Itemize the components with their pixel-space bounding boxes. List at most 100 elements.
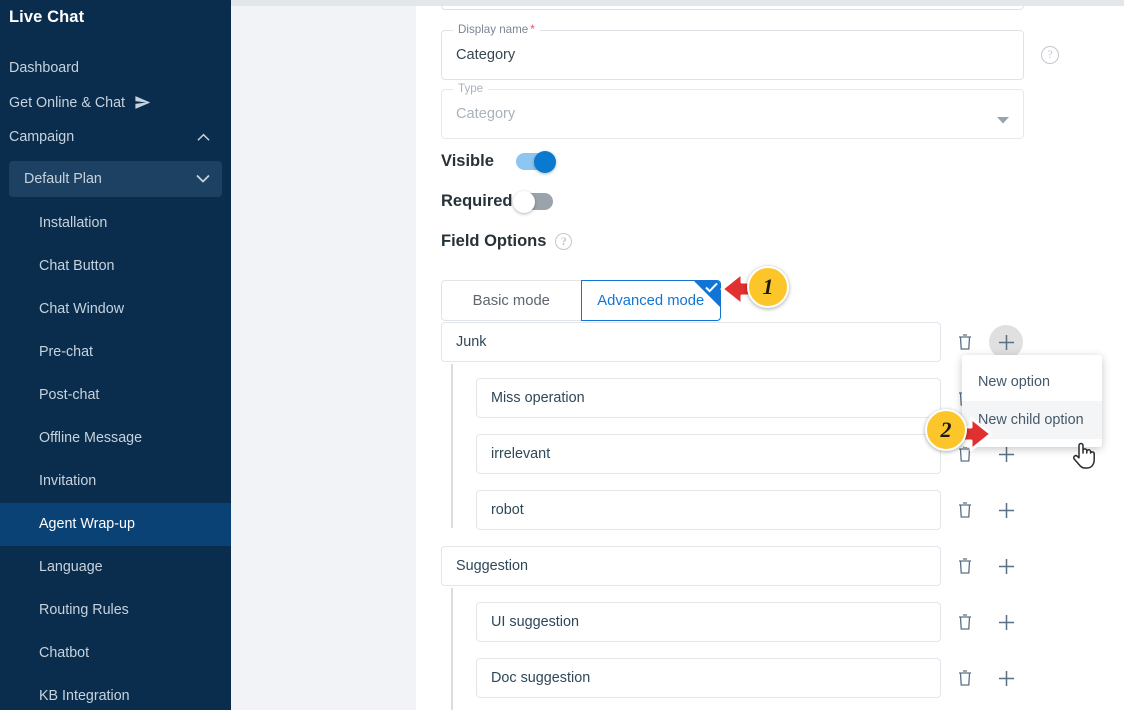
required-asterisk: * <box>530 23 535 36</box>
question-circle-icon[interactable]: ? <box>555 233 573 250</box>
tree-connector-line <box>451 588 453 710</box>
add-option-button[interactable] <box>989 661 1023 695</box>
required-label: Required <box>441 192 513 210</box>
option-value: irrelevant <box>491 446 551 462</box>
trash-icon[interactable] <box>948 325 982 359</box>
add-option-button[interactable] <box>989 605 1023 639</box>
option-text-input[interactable]: Junk <box>441 322 941 362</box>
sidebar-item-routing-rules[interactable]: Routing Rules <box>0 589 231 632</box>
sidebar-item-label: KB Integration <box>39 688 130 705</box>
plan-select-dropdown[interactable]: Default Plan <box>9 161 222 197</box>
sidebar-item-chat-button[interactable]: Chat Button <box>0 245 231 288</box>
trash-icon[interactable] <box>948 661 982 695</box>
type-field-wrapper: Type Category <box>441 82 1024 139</box>
option-text-input[interactable]: robot <box>476 490 941 530</box>
sidebar-item-installation[interactable]: Installation <box>0 202 231 245</box>
menu-item-new-option[interactable]: New option <box>962 363 1102 401</box>
option-text-input[interactable]: UI suggestion <box>476 602 941 642</box>
sidebar-item-label: Routing Rules <box>39 602 129 619</box>
visible-toggle-row: Visible <box>441 150 556 173</box>
trash-icon[interactable] <box>948 605 982 639</box>
sidebar-item-label: Chatbot <box>39 645 90 662</box>
option-row: Suggestion <box>441 546 1023 586</box>
sidebar-item-label: Dashboard <box>9 60 79 76</box>
option-row: robot <box>476 490 1023 530</box>
tab-advanced-mode[interactable]: Advanced mode <box>580 280 721 321</box>
tab-label: Basic mode <box>472 292 550 309</box>
option-row: Junk <box>441 322 1023 362</box>
sidebar-item-pre-chat[interactable]: Pre-chat <box>0 331 231 374</box>
annotation-badge-1: 1 <box>747 266 789 308</box>
option-text-input[interactable]: Miss operation <box>476 378 941 418</box>
sidebar-item-agent-wrap-up[interactable]: Agent Wrap-up <box>0 503 231 547</box>
type-value: Category <box>456 106 516 122</box>
option-value: Miss operation <box>491 390 585 406</box>
caret-down-icon <box>196 171 210 187</box>
page-title: Field Options <box>441 232 547 250</box>
option-value: Junk <box>456 334 487 350</box>
option-text-input[interactable]: Doc suggestion <box>476 658 941 698</box>
trash-icon[interactable] <box>948 493 982 527</box>
sidebar-item-label: Agent Wrap-up <box>39 516 135 533</box>
mouse-cursor-pointer-icon <box>1071 438 1097 475</box>
required-toggle-switch[interactable] <box>513 190 553 213</box>
option-value: Suggestion <box>456 558 529 574</box>
sidebar-item-label: Language <box>39 559 103 576</box>
sidebar-item-chatbot[interactable]: Chatbot <box>0 632 231 675</box>
option-row: Doc suggestion <box>476 658 1023 698</box>
sidebar-item-invitation[interactable]: Invitation <box>0 460 231 503</box>
sidebar-item-dashboard[interactable]: Dashboard <box>0 51 231 85</box>
app-brand-title: Live Chat <box>9 8 85 26</box>
display-name-input[interactable]: Display name * Category <box>441 23 1024 80</box>
menu-item-label: New option <box>978 374 1050 390</box>
required-toggle-row: Required <box>441 190 553 213</box>
top-divider-strip <box>231 0 1124 6</box>
plan-select-label: Default Plan <box>24 171 102 187</box>
display-name-value: Category <box>456 47 516 63</box>
sidebar-item-label: Installation <box>39 215 108 231</box>
sidebar-item-campaign[interactable]: Campaign <box>0 120 231 154</box>
display-name-legend-text: Display name <box>458 23 529 36</box>
sidebar-item-label: Offline Message <box>39 430 143 447</box>
option-value: Doc suggestion <box>491 670 591 686</box>
option-value: robot <box>491 502 524 518</box>
question-circle-icon[interactable]: ? <box>1041 46 1059 64</box>
send-icon <box>134 94 151 111</box>
option-text-input[interactable]: irrelevant <box>476 434 941 474</box>
add-option-button[interactable] <box>989 493 1023 527</box>
sidebar-item-chat-window[interactable]: Chat Window <box>0 288 231 331</box>
sidebar-item-language[interactable]: Language <box>0 546 231 589</box>
sidebar-item-label: Chat Button <box>39 258 115 275</box>
type-label: Type <box>453 82 489 95</box>
visible-toggle-switch[interactable] <box>516 150 556 173</box>
option-row: UI suggestion <box>476 602 1023 642</box>
sidebar-item-post-chat[interactable]: Post-chat <box>0 374 231 417</box>
field-options-list: Junk Miss operation irrelevant robot Sug… <box>441 322 1023 710</box>
secondary-panel <box>231 0 416 710</box>
toggle-knob <box>513 190 535 213</box>
mode-tabs: Basic mode Advanced mode <box>441 280 721 321</box>
display-name-field-wrapper: Display name * Category ? <box>441 23 1059 80</box>
trash-icon[interactable] <box>948 549 982 583</box>
add-option-button[interactable] <box>989 549 1023 583</box>
add-option-button[interactable] <box>989 325 1023 359</box>
sidebar-item-offline-message[interactable]: Offline Message <box>0 417 231 460</box>
sidebar-nav: Dashboard Get Online & Chat Campaign Def… <box>0 51 231 710</box>
toggle-knob <box>534 150 556 173</box>
caret-down-icon <box>997 111 1009 129</box>
chevron-up-icon <box>197 133 210 142</box>
tab-basic-mode[interactable]: Basic mode <box>441 280 582 321</box>
sidebar-item-label: Post-chat <box>39 387 100 404</box>
option-value: UI suggestion <box>491 614 579 630</box>
sidebar-item-kb-integration[interactable]: KB Integration <box>0 675 231 710</box>
sidebar-item-label: Campaign <box>9 129 75 145</box>
sidebar-item-label: Get Online & Chat <box>9 94 126 111</box>
sidebar-item-get-online-and-chat[interactable]: Get Online & Chat <box>0 85 231 120</box>
app-root: Live Chat Dashboard Get Online & Chat Ca… <box>0 0 1124 710</box>
sidebar-item-label: Pre-chat <box>39 344 94 361</box>
type-select[interactable]: Type Category <box>441 82 1024 139</box>
annotation-1: 1 <box>716 264 789 319</box>
annotation-badge-2: 2 <box>925 409 967 451</box>
option-text-input[interactable]: Suggestion <box>441 546 941 586</box>
visible-label: Visible <box>441 152 494 170</box>
